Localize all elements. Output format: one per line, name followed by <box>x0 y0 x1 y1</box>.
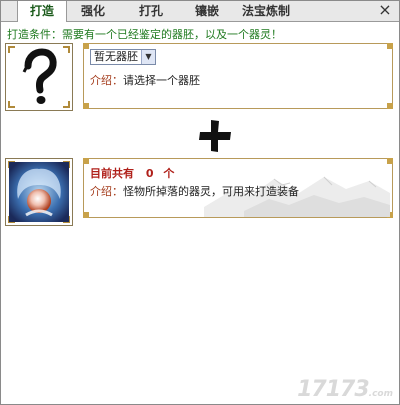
embryo-select[interactable]: 暂无器胚 ▼ <box>90 49 156 65</box>
tab-punch[interactable]: 打孔 <box>129 1 173 21</box>
watermark-main: 17173 <box>297 377 370 402</box>
embryo-intro-text: 请选择一个器胚 <box>123 74 200 87</box>
spirit-count: 目前共有 0 个 <box>90 165 174 181</box>
question-mark-icon <box>22 48 57 104</box>
spirit-count-value: 0 <box>145 167 154 180</box>
spirit-count-unit: 个 <box>163 167 175 180</box>
spirit-intro-label: 介绍： <box>90 185 123 198</box>
tab-forge[interactable]: 打造 <box>17 1 67 22</box>
tab-treasure-refine[interactable]: 法宝炼制 <box>235 1 297 21</box>
tab-bar: 打造 强化 打孔 镶嵌 法宝炼制 × <box>1 1 399 22</box>
close-button[interactable]: × <box>377 2 393 18</box>
embryo-select-value: 暂无器胚 <box>94 50 138 63</box>
chevron-down-icon[interactable]: ▼ <box>141 50 155 64</box>
spirit-orb-icon <box>9 162 69 222</box>
watermark-sub: .com <box>368 389 393 399</box>
tab-inlay[interactable]: 镶嵌 <box>185 1 229 21</box>
plus-icon <box>199 120 231 152</box>
spirit-intro-text: 怪物所掉落的器灵，可用来打造装备 <box>123 185 299 198</box>
embryo-intro-label: 介绍： <box>90 74 123 87</box>
forge-condition-text: 打造条件：需要有一个已经鉴定的器胚，以及一个器灵！ <box>7 28 282 41</box>
forging-window: 打造 强化 打孔 镶嵌 法宝炼制 × 打造条件：需要有一个已经鉴定的器胚，以及一… <box>0 0 400 405</box>
spirit-count-label: 目前共有 <box>90 167 134 180</box>
embryo-slot[interactable] <box>5 43 73 111</box>
embryo-panel: 暂无器胚 ▼ 介绍：请选择一个器胚 <box>83 43 393 109</box>
spirit-intro: 介绍：怪物所掉落的器灵，可用来打造装备 <box>90 183 299 199</box>
tab-strengthen[interactable]: 强化 <box>71 1 115 21</box>
spirit-slot[interactable] <box>5 158 73 226</box>
site-watermark: 17173.com <box>297 377 393 402</box>
spirit-panel: 目前共有 0 个 介绍：怪物所掉落的器灵，可用来打造装备 <box>83 158 393 218</box>
embryo-intro: 介绍：请选择一个器胚 <box>90 72 200 88</box>
